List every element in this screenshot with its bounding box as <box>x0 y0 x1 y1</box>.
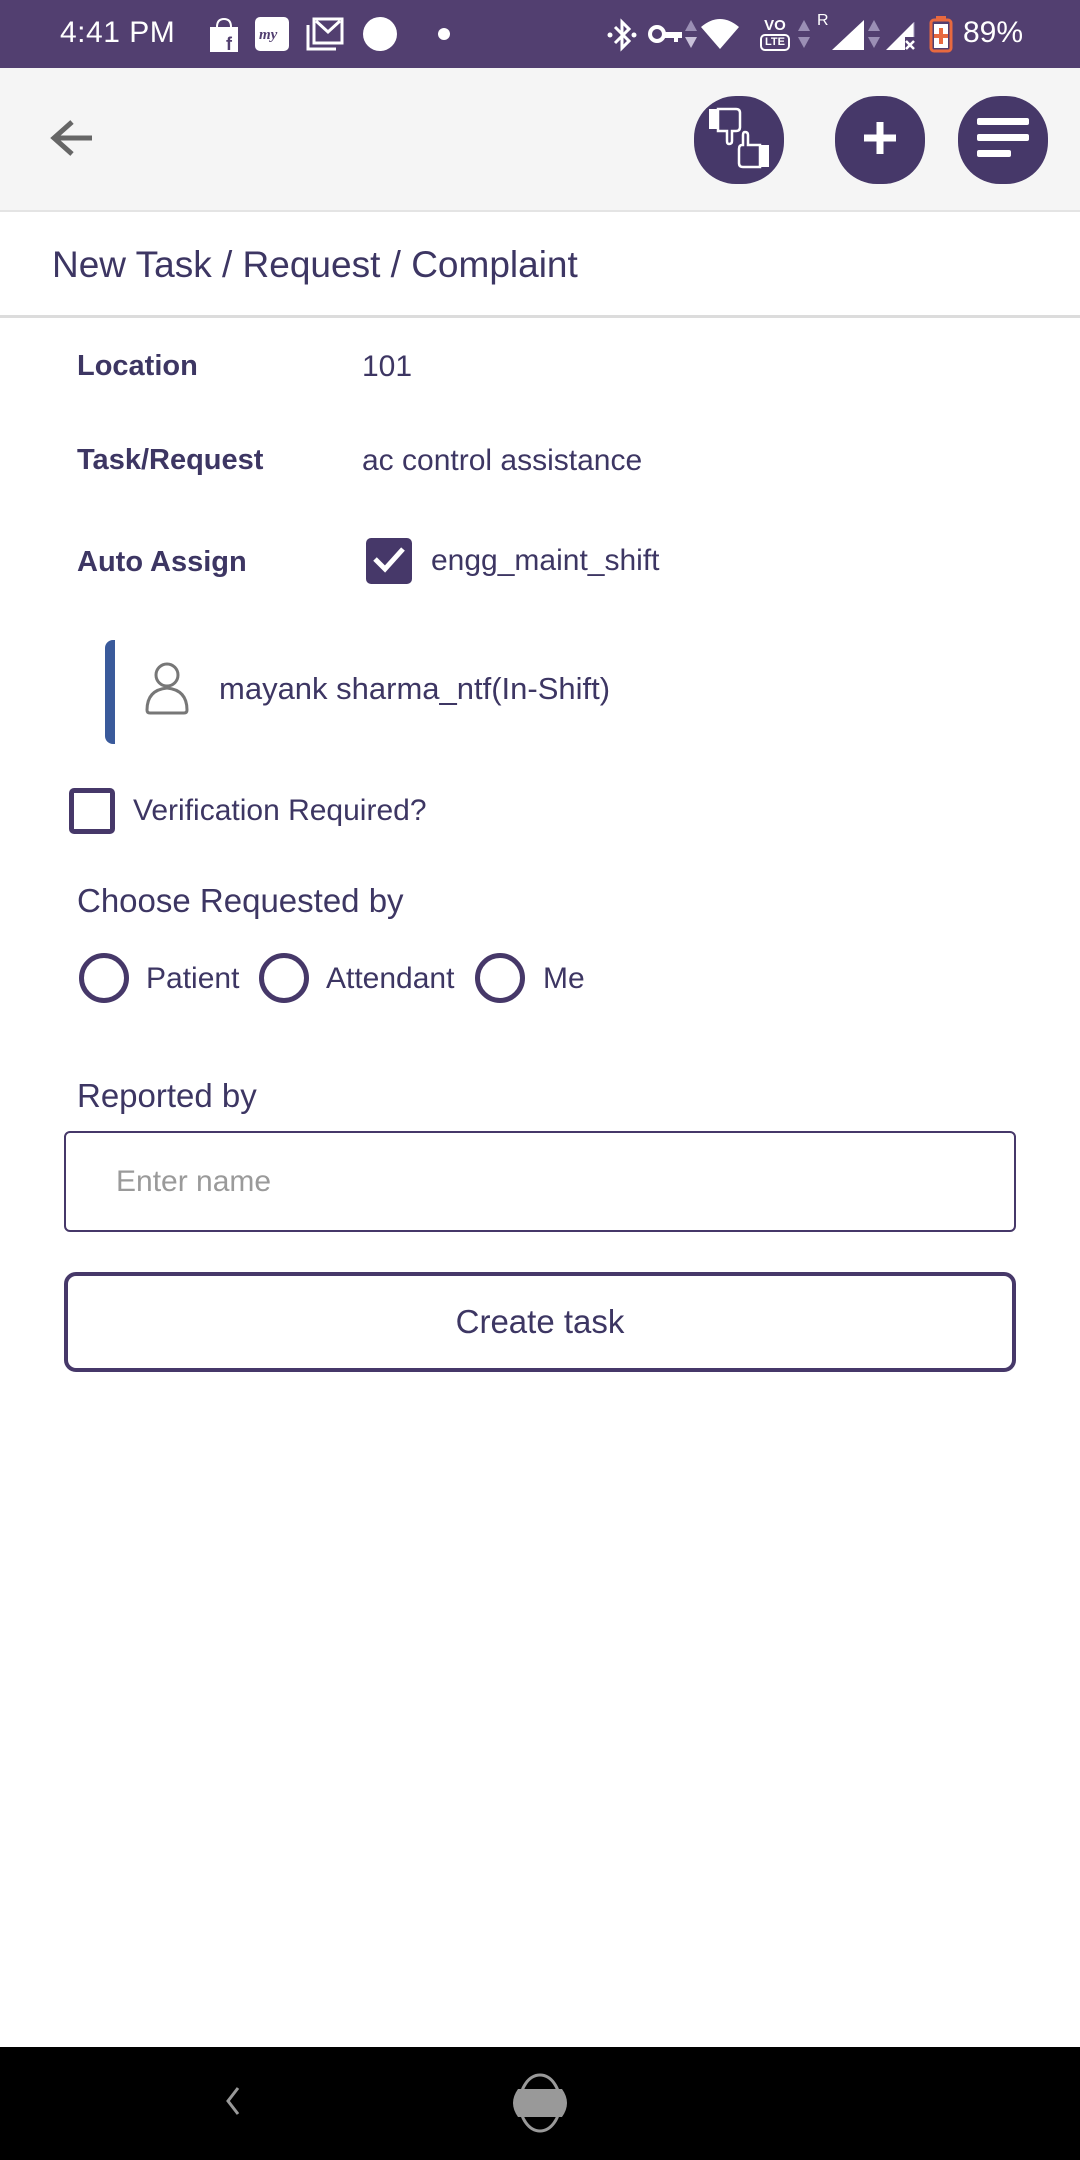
reported-by-label: Reported by <box>77 1077 257 1114</box>
assignee-accent-bar <box>105 640 115 744</box>
circle-icon <box>363 17 397 51</box>
thumbs-up-down-icon <box>706 105 772 176</box>
menu-icon <box>976 116 1030 165</box>
menu-button[interactable] <box>958 96 1048 184</box>
location-label: Location <box>77 350 198 382</box>
battery-charging-icon <box>929 15 953 53</box>
auto-assign-checkbox[interactable] <box>366 538 412 584</box>
nav-back-icon <box>223 2086 243 2121</box>
auto-assign-group: engg_maint_shift <box>431 544 660 577</box>
requested-by-label: Choose Requested by <box>77 882 404 919</box>
data-arrows-icon <box>797 18 811 50</box>
radio-me[interactable] <box>475 953 525 1003</box>
location-value: 101 <box>362 350 413 383</box>
user-icon <box>144 660 190 721</box>
task-request-label: Task/Request <box>77 444 264 476</box>
radio-patient[interactable] <box>79 953 129 1003</box>
svg-text:my: my <box>259 27 278 43</box>
lte-label: LTE <box>760 33 790 51</box>
data-arrows-icon <box>867 18 881 50</box>
reported-by-input[interactable] <box>64 1131 1016 1232</box>
arrow-left-icon <box>50 118 94 163</box>
radio-attendant-label[interactable]: Attendant <box>326 962 454 996</box>
app-bar <box>0 68 1080 212</box>
signal-no-sim-icon <box>885 19 917 51</box>
assignee-name: mayank sharma_ntf(In-Shift) <box>219 671 611 706</box>
radio-patient-label[interactable]: Patient <box>146 962 239 996</box>
plus-icon <box>863 121 897 160</box>
status-bar: 4:41 PM f my VO LTE R 89% <box>0 0 1080 68</box>
radio-attendant[interactable] <box>259 953 309 1003</box>
page-title-bar: New Task / Request / Complaint <box>0 214 1080 318</box>
volte-label: VO <box>764 16 786 34</box>
task-request-value: ac control assistance <box>362 444 643 477</box>
bluetooth-icon <box>606 18 638 52</box>
assignee-card[interactable]: mayank sharma_ntf(In-Shift) <box>100 640 800 744</box>
add-button[interactable] <box>835 96 925 184</box>
dot-icon <box>438 28 450 40</box>
verification-label: Verification Required? <box>133 794 427 827</box>
gmail-icon <box>306 17 344 51</box>
battery-percent: 89% <box>963 16 1024 49</box>
create-task-button[interactable]: Create task <box>64 1272 1016 1372</box>
status-time: 4:41 PM <box>60 16 176 49</box>
nav-home-button[interactable] <box>500 2073 580 2133</box>
roaming-indicator: R <box>817 12 829 29</box>
page-title: New Task / Request / Complaint <box>52 244 578 285</box>
nav-back-button[interactable] <box>218 2081 248 2125</box>
back-button[interactable] <box>40 112 104 168</box>
verification-checkbox[interactable] <box>69 788 115 834</box>
vpn-key-icon <box>648 22 684 46</box>
radio-me-label[interactable]: Me <box>543 962 585 996</box>
feedback-button[interactable] <box>694 96 784 184</box>
mytrip-icon: my <box>255 17 289 51</box>
navigation-bar <box>0 2047 1080 2160</box>
wifi-icon <box>700 17 740 51</box>
flipkart-icon: f <box>207 17 241 53</box>
checkmark-icon <box>372 545 406 578</box>
signal-roaming-icon <box>831 19 865 51</box>
data-arrows-icon <box>684 18 698 50</box>
nav-home-icon <box>500 2073 580 2137</box>
auto-assign-label: Auto Assign <box>77 546 247 578</box>
svg-text:f: f <box>226 34 233 53</box>
volte-icon: VO LTE <box>757 14 793 54</box>
